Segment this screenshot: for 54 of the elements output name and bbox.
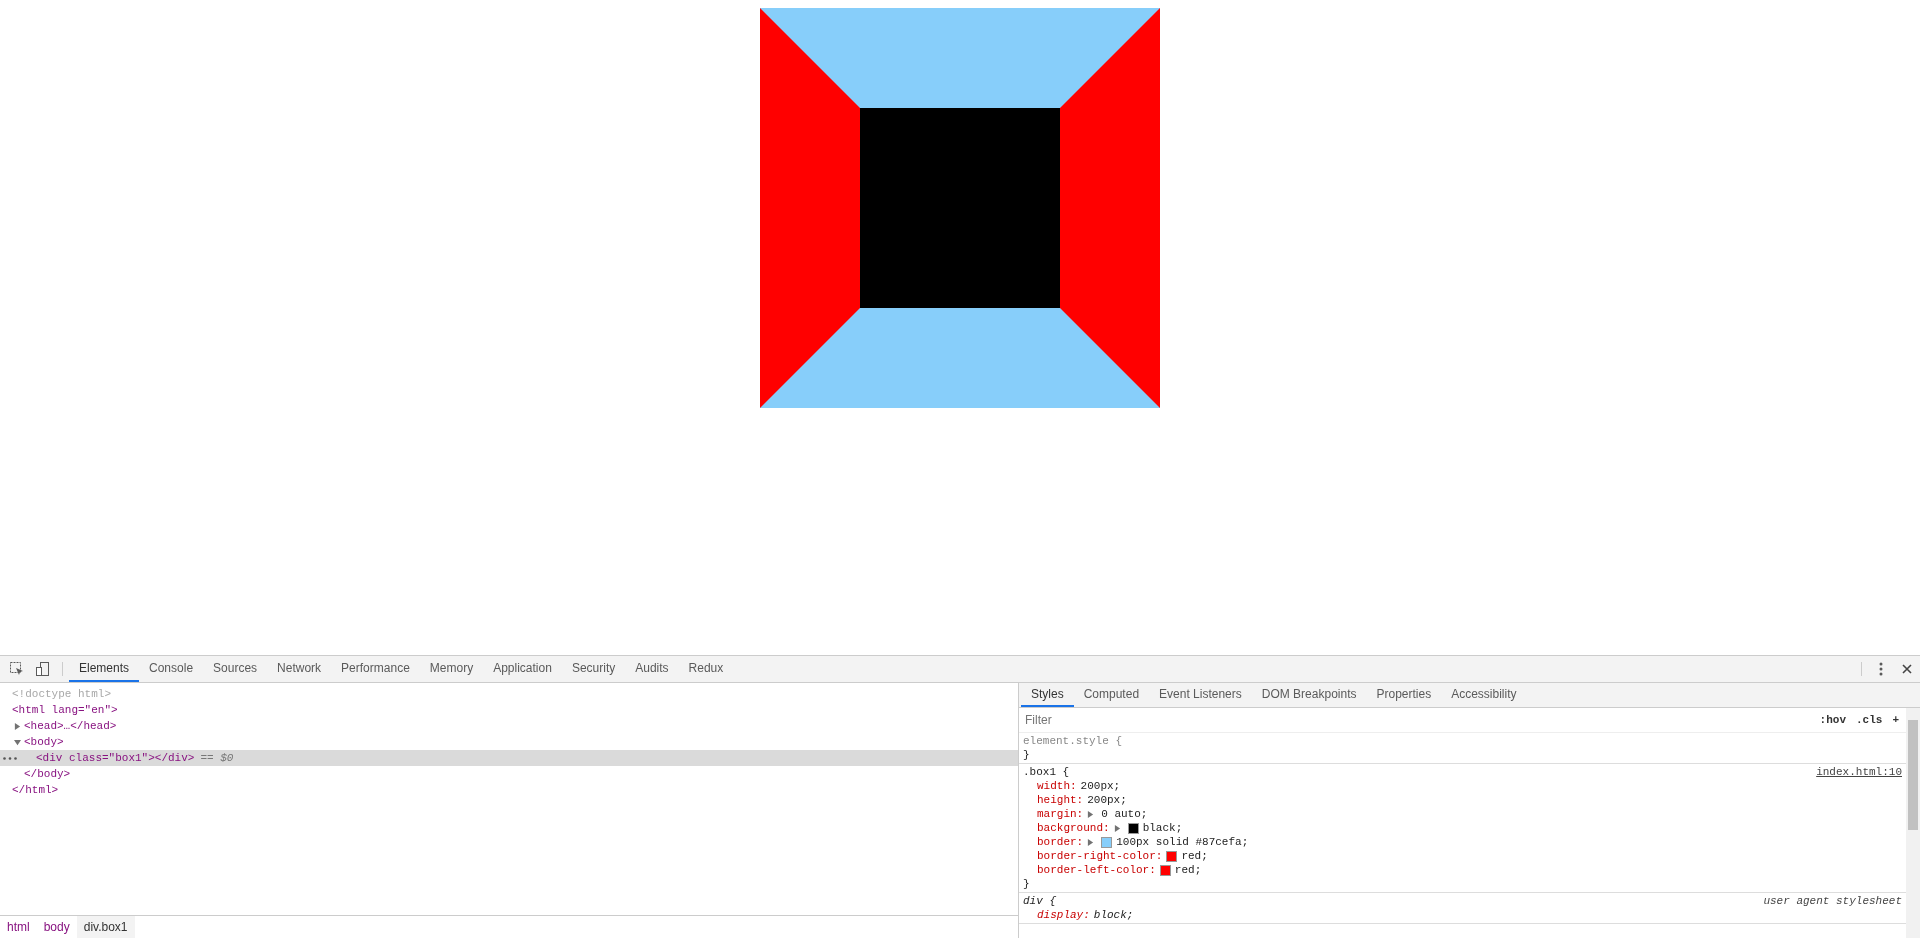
rule-selector: div { bbox=[1023, 894, 1056, 908]
dom-node[interactable]: <body> bbox=[0, 734, 1018, 750]
filter-toolbar-button[interactable]: .cls bbox=[1853, 714, 1886, 726]
dom-closing-tag: </html> bbox=[0, 782, 1018, 798]
panel-tab[interactable]: Audits bbox=[625, 656, 679, 682]
style-property: border: 100px solid #87cefa; bbox=[1036, 835, 1250, 849]
sidebar-tab[interactable]: Accessibility bbox=[1441, 683, 1527, 707]
dom-closing-tag: </body> bbox=[0, 766, 1018, 782]
filter-toolbar-button[interactable]: + bbox=[1889, 714, 1902, 726]
breadcrumb[interactable]: div.box1 bbox=[76, 916, 135, 938]
style-property: width: 200px; bbox=[1036, 779, 1122, 793]
expand-triangle-icon[interactable] bbox=[1087, 838, 1095, 846]
dom-node[interactable]: <head>…</head> bbox=[0, 718, 1018, 734]
panel-tab[interactable]: Sources bbox=[203, 656, 268, 682]
breadcrumb[interactable]: html bbox=[0, 916, 37, 938]
sidebar-tab[interactable]: Event Listeners bbox=[1149, 683, 1252, 707]
dom-node[interactable]: <div class="box1"></div> == $0 bbox=[0, 750, 1018, 766]
sidebar-tab[interactable]: DOM Breakpoints bbox=[1251, 683, 1367, 707]
rule-closing-brace: } bbox=[1023, 877, 1031, 891]
style-property: background: black; bbox=[1036, 821, 1184, 835]
style-property: height: 200px; bbox=[1036, 793, 1128, 807]
rule-source: user agent stylesheet bbox=[1763, 894, 1902, 908]
style-property: border-right-color: red; bbox=[1036, 849, 1209, 863]
rule-selector: element.style { bbox=[1023, 734, 1123, 748]
color-swatch[interactable] bbox=[1127, 822, 1139, 834]
rule-selector: .box1 { bbox=[1023, 765, 1070, 779]
panel-tab[interactable]: Console bbox=[139, 656, 204, 682]
panel-tab[interactable]: Elements bbox=[69, 656, 140, 682]
color-swatch[interactable] bbox=[1101, 836, 1113, 848]
color-swatch[interactable] bbox=[1166, 850, 1178, 862]
panel-tab[interactable]: Security bbox=[561, 656, 626, 682]
sidebar-tab[interactable]: Computed bbox=[1073, 683, 1150, 707]
expand-triangle-icon[interactable] bbox=[14, 722, 21, 730]
style-property: margin: 0 auto; bbox=[1036, 807, 1149, 821]
dom-node[interactable]: <html lang="en"> bbox=[0, 702, 1018, 718]
panel-tab[interactable]: Network bbox=[267, 656, 332, 682]
sidebar-tab[interactable]: Styles bbox=[1021, 683, 1074, 707]
panel-tab[interactable]: Memory bbox=[419, 656, 484, 682]
expand-triangle-icon[interactable] bbox=[1087, 810, 1095, 818]
style-property: display: block; bbox=[1036, 908, 1135, 922]
sidebar-tab[interactable]: Properties bbox=[1366, 683, 1442, 707]
color-swatch[interactable] bbox=[1159, 864, 1171, 876]
rule-closing-brace: } bbox=[1023, 748, 1031, 762]
expand-triangle-icon[interactable] bbox=[1113, 824, 1121, 832]
style-property: border-left-color: red; bbox=[1036, 863, 1203, 877]
scrollbar[interactable] bbox=[1906, 708, 1920, 938]
rule-source[interactable]: index.html:10 bbox=[1816, 765, 1902, 779]
panel-tab[interactable]: Application bbox=[483, 656, 562, 682]
panel-tab[interactable]: Redux bbox=[678, 656, 734, 682]
more-dots-icon[interactable] bbox=[3, 757, 17, 760]
breadcrumb[interactable]: body bbox=[36, 916, 77, 938]
panel-tab[interactable]: Performance bbox=[331, 656, 420, 682]
filter-toolbar-button[interactable]: :hov bbox=[1816, 714, 1849, 726]
collapse-triangle-icon[interactable] bbox=[14, 738, 21, 746]
